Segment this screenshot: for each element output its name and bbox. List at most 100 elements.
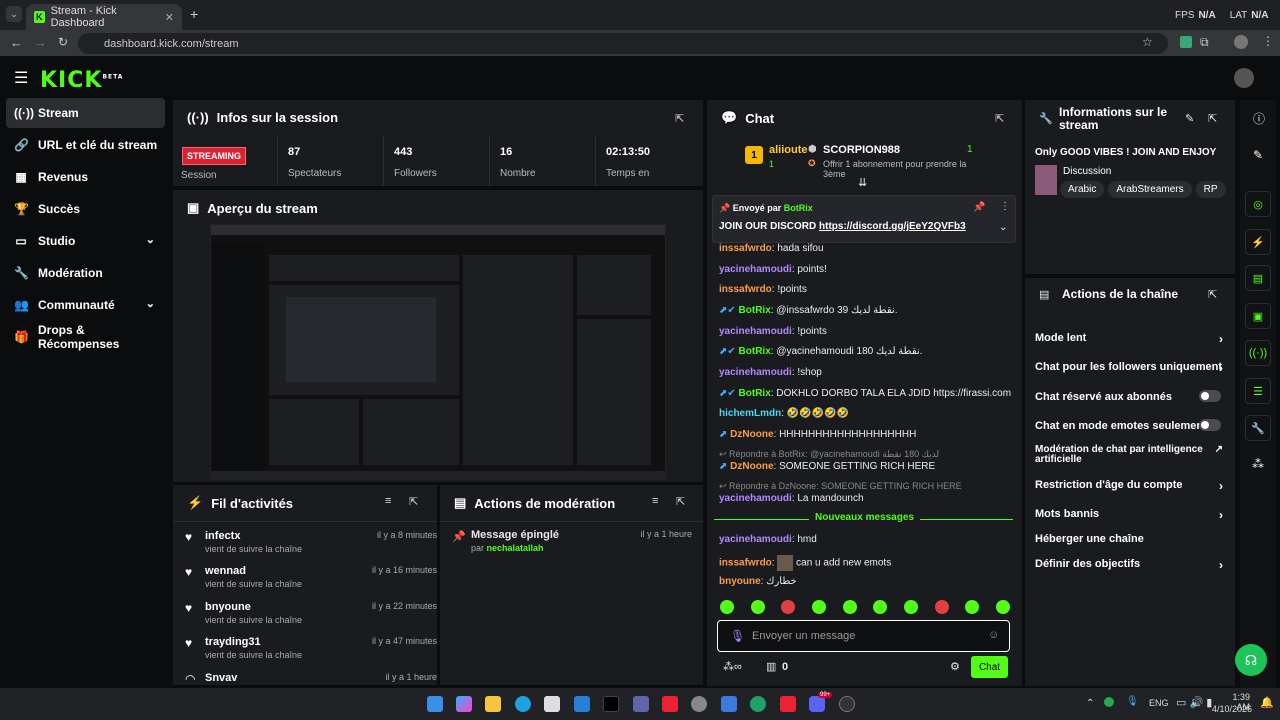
rail-document-icon[interactable]: ▤ [1245, 265, 1271, 291]
edit-pencil-icon[interactable]: ✎ [1185, 112, 1194, 125]
rail-wrench-icon[interactable]: 🔧 [1245, 415, 1271, 441]
stream-tag[interactable]: Arabic [1060, 181, 1105, 198]
top-gifter-name[interactable]: aliioute [769, 144, 808, 156]
add-widget-icon[interactable]: ⁂ [1252, 457, 1264, 471]
store-icon[interactable] [544, 696, 560, 712]
kick-logo[interactable]: KICKBETA [40, 68, 123, 93]
app-icon[interactable] [780, 696, 796, 712]
chat-username[interactable]: bnyoune [719, 576, 761, 587]
emote-icon[interactable] [720, 600, 734, 614]
reload-icon[interactable]: ↻ [58, 35, 68, 49]
emote-icon[interactable] [873, 600, 888, 614]
stream-preview-video[interactable] [210, 224, 666, 480]
profile-avatar[interactable] [1234, 35, 1248, 49]
pinned-message[interactable]: 📌 Envoyé par BotRix 📌 ⋮ JOIN OUR DISCORD… [712, 195, 1016, 243]
edit-pencil-icon[interactable]: ✎ [1253, 148, 1263, 162]
emote-icon[interactable] [965, 600, 980, 614]
activity-user[interactable]: trayding31 [205, 636, 261, 648]
chat-username[interactable]: hichemLmdn [719, 408, 781, 419]
action-slow-mode[interactable]: Mode lent › [1035, 332, 1223, 346]
toggle-switch[interactable] [1199, 419, 1221, 431]
chevron-down-icon[interactable]: ⌄ [999, 222, 1007, 233]
gift-offer-text[interactable]: Offrir 1 abonnement pour prendre la 3ème [823, 159, 985, 179]
tiktok-icon[interactable] [603, 696, 619, 712]
chat-username[interactable]: inssafwrdo [719, 243, 772, 254]
microphone-icon[interactable]: 🎙 [730, 629, 745, 643]
sidebar-item-studio[interactable]: ▭ Studio ⌄ [6, 226, 165, 256]
teams-icon[interactable] [633, 696, 649, 712]
info-icon[interactable]: ⓘ [1253, 110, 1265, 127]
sidebar-item-revenue[interactable]: ▦ Revenus [6, 162, 165, 192]
emote-icon[interactable] [842, 600, 857, 614]
action-host-channel[interactable]: Héberger une chaîne [1035, 533, 1223, 545]
clock-date[interactable]: 4/10/2026 [1212, 704, 1252, 714]
activity-user[interactable]: wennad [205, 565, 246, 577]
action-subscribers-only[interactable]: Chat réservé aux abonnés [1035, 390, 1223, 403]
popout-icon[interactable]: ⇱ [675, 112, 684, 125]
chat-username[interactable]: BotRix [739, 346, 771, 357]
extensions-puzzle-icon[interactable]: ⧉ [1200, 35, 1209, 50]
chat-username[interactable]: yacinehamoudi [719, 326, 792, 337]
windows-start-icon[interactable] [427, 696, 443, 712]
support-headset-icon[interactable]: ☊ [1235, 644, 1267, 676]
emote-icon[interactable] [903, 600, 918, 614]
sidebar-item-drops[interactable]: 🎁 Drops & Récompenses [6, 322, 165, 352]
app-icon[interactable] [662, 696, 678, 712]
chat-username[interactable]: DzNoone [730, 429, 773, 440]
discord-icon[interactable] [809, 696, 825, 712]
emoji-picker-icon[interactable]: ☺ [988, 629, 999, 641]
rail-camera-icon[interactable]: ◎ [1245, 191, 1271, 217]
chat-username[interactable]: inssafwrdo [719, 558, 772, 569]
popout-icon[interactable]: ⇱ [995, 112, 1004, 125]
unpin-icon[interactable]: 📌 [973, 202, 985, 213]
notification-bell-icon[interactable]: 🔔 [1260, 696, 1274, 709]
photos-icon[interactable] [721, 696, 737, 712]
tab-list-icon[interactable]: ⌄ [6, 6, 22, 22]
chat-input[interactable]: 🎙 Envoyer un message ☺ [717, 620, 1010, 652]
rail-lightning-icon[interactable]: ⚡ [1245, 229, 1271, 255]
sidebar-item-achievements[interactable]: 🏆 Succès [6, 194, 165, 224]
store-icon[interactable]: ▥ [766, 660, 776, 673]
activity-user[interactable]: bnyoune [205, 601, 251, 613]
chat-username[interactable]: yacinehamoudi [719, 493, 792, 504]
tray-mic-icon[interactable]: 🎙 [1126, 696, 1139, 707]
settings-icon[interactable] [691, 696, 707, 712]
stream-category[interactable]: Discussion [1063, 166, 1111, 177]
action-ai-moderation[interactable]: Modération de chat par intelligence arti… [1035, 445, 1223, 465]
rail-actions-icon[interactable]: ☰ [1245, 378, 1271, 404]
emote-icon[interactable] [750, 600, 765, 614]
bookmark-star-icon[interactable]: ☆ [1142, 35, 1153, 49]
app-icon[interactable] [574, 696, 590, 712]
chat-username[interactable]: yacinehamoudi [719, 264, 792, 275]
chat-username[interactable]: yacinehamoudi [719, 534, 792, 545]
more-icon[interactable]: ⋮ [1000, 201, 1010, 212]
stream-tag[interactable]: ArabStreamers [1108, 181, 1192, 198]
filter-icon[interactable]: ≡ [652, 495, 658, 507]
action-set-goals[interactable]: Définir des objectifs › [1035, 558, 1223, 572]
action-banned-words[interactable]: Mots bannis › [1035, 508, 1223, 522]
moderator-name[interactable]: nechalatallah [487, 543, 544, 553]
sidebar-item-url-key[interactable]: 🔗 URL et clé du stream [6, 130, 165, 160]
sidebar-item-stream[interactable]: ((·)) Stream [6, 98, 165, 128]
chat-username[interactable]: BotRix [739, 388, 771, 399]
action-emotes-only[interactable]: Chat en mode emotes seulement [1035, 419, 1223, 432]
new-tab-icon[interactable]: + [190, 6, 198, 22]
settings-gear-icon[interactable]: ⚙ [950, 660, 960, 673]
chat-username[interactable]: yacinehamoudi [719, 367, 792, 378]
pinned-link[interactable]: https://discord.gg/jEeY2QVFb3 [819, 221, 966, 232]
back-icon[interactable]: ← [10, 35, 23, 50]
toggle-switch[interactable] [1199, 390, 1221, 402]
file-explorer-icon[interactable] [485, 696, 501, 712]
user-avatar[interactable] [1234, 68, 1254, 88]
filter-icon[interactable]: ≡ [385, 495, 391, 507]
chrome-icon[interactable] [750, 696, 766, 712]
app-icon[interactable] [839, 696, 855, 712]
emote-icon[interactable] [781, 600, 796, 614]
sidebar-item-community[interactable]: 👥 Communauté ⌄ [6, 290, 165, 320]
stream-tag[interactable]: RP [1195, 181, 1226, 198]
rail-chat-icon[interactable]: ▣ [1245, 303, 1271, 329]
language-indicator[interactable]: ENG [1149, 698, 1169, 708]
emote-icon[interactable] [934, 600, 949, 614]
sidebar-item-moderation[interactable]: 🔧 Modération [6, 258, 165, 288]
extension-icon[interactable] [1180, 36, 1192, 48]
